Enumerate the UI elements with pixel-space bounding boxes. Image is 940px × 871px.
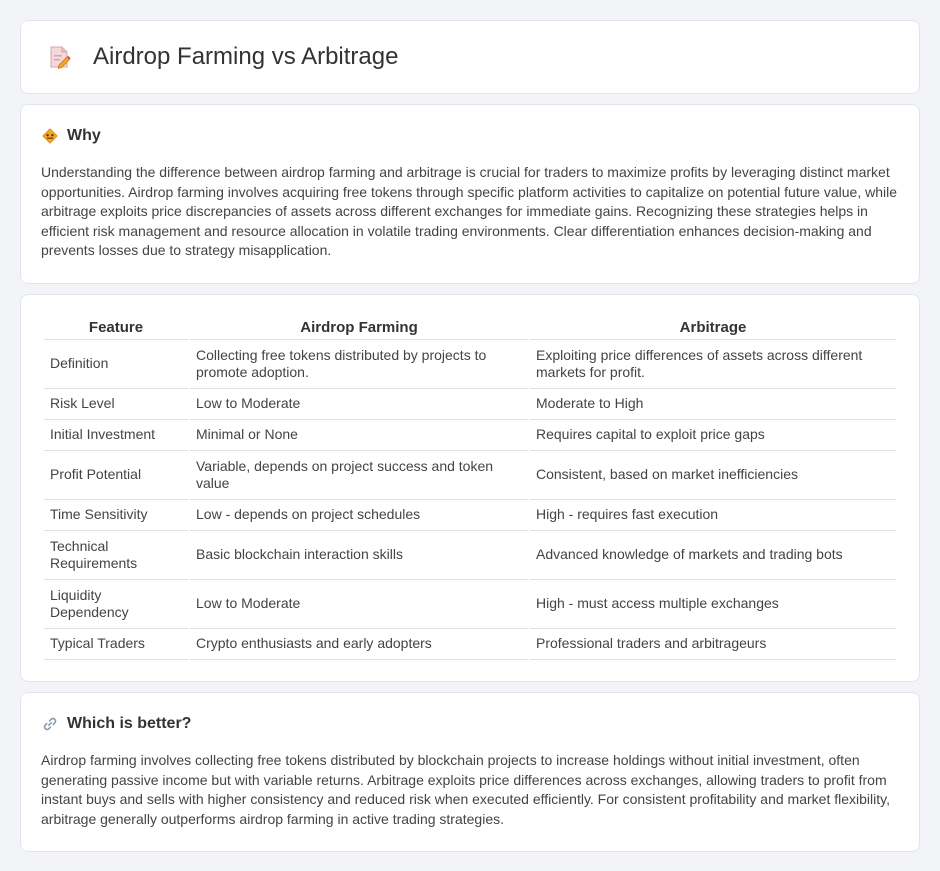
header-feature: Feature [44, 315, 188, 340]
why-section: Why Understanding the difference between… [20, 104, 920, 284]
table-row: Typical Traders Crypto enthusiasts and e… [44, 629, 896, 660]
page: Airdrop Farming vs Arbitrage Why Underst… [0, 0, 940, 871]
feature-cell: Profit Potential [44, 451, 188, 500]
airdrop-cell: Low to Moderate [190, 580, 528, 629]
arbitrage-cell: High - must access multiple exchanges [530, 580, 896, 629]
arbitrage-cell: Moderate to High [530, 389, 896, 420]
airdrop-cell: Variable, depends on project success and… [190, 451, 528, 500]
airdrop-cell: Low to Moderate [190, 389, 528, 420]
table-row: Profit Potential Variable, depends on pr… [44, 451, 896, 500]
airdrop-cell: Low - depends on project schedules [190, 500, 528, 531]
table-header-row: Feature Airdrop Farming Arbitrage [44, 315, 896, 340]
table-row: Technical Requirements Basic blockchain … [44, 531, 896, 580]
table-row: Time Sensitivity Low - depends on projec… [44, 500, 896, 531]
arbitrage-cell: Consistent, based on market inefficienci… [530, 451, 896, 500]
page-title: Airdrop Farming vs Arbitrage [93, 43, 399, 70]
feature-cell: Technical Requirements [44, 531, 188, 580]
diamond-sign-icon [41, 127, 59, 145]
arbitrage-cell: Exploiting price differences of assets a… [530, 340, 896, 389]
header-card: Airdrop Farming vs Arbitrage [20, 20, 920, 94]
link-icon [41, 715, 59, 733]
why-text: Understanding the difference between air… [41, 164, 898, 258]
which-is-better-section: Which is better? Airdrop farming involve… [20, 692, 920, 852]
feature-cell: Initial Investment [44, 420, 188, 451]
header-arbitrage: Arbitrage [530, 315, 896, 340]
feature-cell: Risk Level [44, 389, 188, 420]
airdrop-cell: Minimal or None [190, 420, 528, 451]
feature-cell: Definition [44, 340, 188, 389]
header-airdrop-farming: Airdrop Farming [190, 315, 528, 340]
airdrop-cell: Crypto enthusiasts and early adopters [190, 629, 528, 660]
table-row: Risk Level Low to Moderate Moderate to H… [44, 389, 896, 420]
which-is-better-header: Which is better? [41, 715, 899, 733]
arbitrage-cell: Requires capital to exploit price gaps [530, 420, 896, 451]
comparison-table-card: Feature Airdrop Farming Arbitrage Defini… [20, 294, 920, 682]
comparison-table: Feature Airdrop Farming Arbitrage Defini… [42, 315, 898, 660]
airdrop-cell: Basic blockchain interaction skills [190, 531, 528, 580]
feature-cell: Liquidity Dependency [44, 580, 188, 629]
why-title: Why [67, 127, 101, 144]
arbitrage-cell: High - requires fast execution [530, 500, 896, 531]
arbitrage-cell: Professional traders and arbitrageurs [530, 629, 896, 660]
document-pencil-icon [45, 43, 73, 71]
why-header: Why [41, 127, 899, 145]
table-row: Definition Collecting free tokens distri… [44, 340, 896, 389]
table-row: Liquidity Dependency Low to Moderate Hig… [44, 580, 896, 629]
which-is-better-title: Which is better? [67, 715, 192, 732]
which-is-better-text: Airdrop farming involves collecting free… [41, 752, 890, 827]
airdrop-cell: Collecting free tokens distributed by pr… [190, 340, 528, 389]
feature-cell: Typical Traders [44, 629, 188, 660]
arbitrage-cell: Advanced knowledge of markets and tradin… [530, 531, 896, 580]
table-row: Initial Investment Minimal or None Requi… [44, 420, 896, 451]
feature-cell: Time Sensitivity [44, 500, 188, 531]
